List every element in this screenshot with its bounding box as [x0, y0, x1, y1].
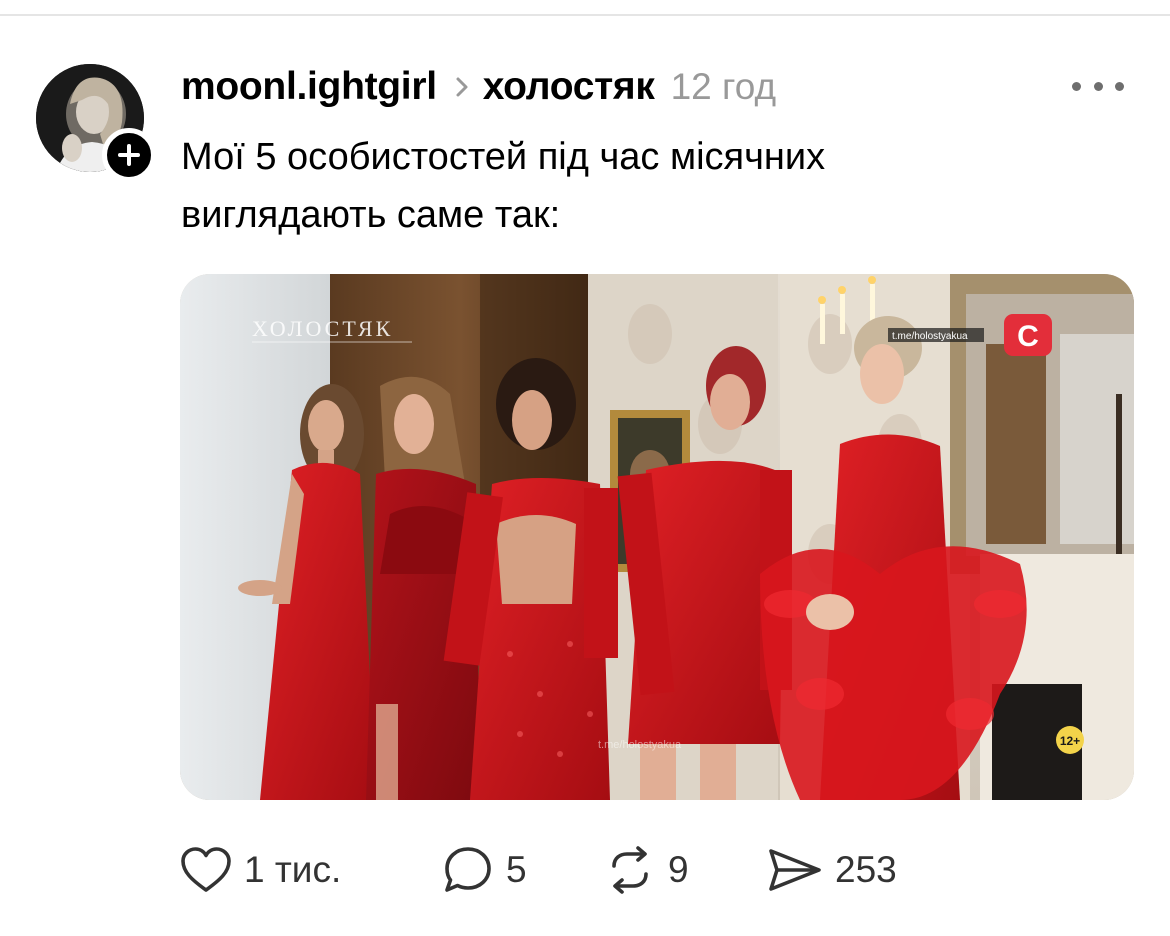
post-image[interactable]: ХОЛОСТЯК t.me/holostyakua C 12+ t.me/hol… — [180, 274, 1134, 800]
post-timestamp: 12 год — [670, 66, 777, 107]
channel-watermark: t.me/holostyakua — [892, 331, 968, 342]
repost-button[interactable]: 9 — [604, 838, 689, 902]
share-button[interactable]: 253 — [767, 838, 897, 902]
post-header: moonl.ightgirl холостяк 12 год — [181, 62, 776, 112]
repost-icon — [612, 846, 648, 894]
like-count: 1 тис. — [244, 849, 342, 890]
repost-count: 9 — [668, 849, 689, 890]
send-icon — [769, 849, 821, 891]
top-divider — [0, 14, 1170, 16]
chevron-right-icon — [455, 76, 469, 98]
post-text-line: виглядають саме так: — [181, 194, 561, 236]
more-dots-icon[interactable] — [1072, 74, 1124, 98]
comment-count: 5 — [506, 849, 527, 890]
action-bar: 1 тис. 5 9 253 — [180, 838, 940, 902]
comment-button[interactable]: 5 — [442, 838, 527, 902]
plus-icon — [118, 144, 140, 166]
heart-icon — [181, 847, 231, 892]
follow-button[interactable] — [102, 128, 156, 182]
image-watermark: t.me/holostyakua — [598, 739, 682, 751]
author-avatar-container[interactable] — [36, 64, 156, 182]
like-button[interactable]: 1 тис. — [180, 838, 341, 902]
channel-badge: C — [1017, 320, 1039, 353]
topic-link[interactable]: холостяк — [483, 65, 655, 109]
share-count: 253 — [835, 849, 897, 890]
post-text: Мої 5 особистостей під час місячних вигл… — [181, 128, 1081, 244]
show-logo: ХОЛОСТЯК — [252, 316, 393, 341]
post-text-line: Мої 5 особистостей під час місячних — [181, 136, 826, 178]
comment-bubble-icon — [445, 847, 491, 892]
age-rating-badge: 12+ — [1060, 734, 1080, 748]
username-link[interactable]: moonl.ightgirl — [181, 65, 437, 109]
